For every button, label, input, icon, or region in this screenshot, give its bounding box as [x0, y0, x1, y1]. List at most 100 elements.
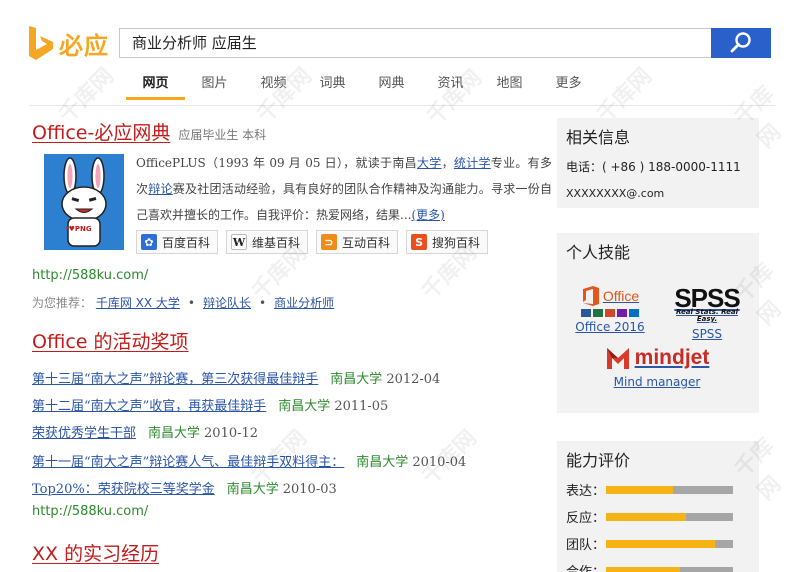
rating-fill: [606, 485, 674, 494]
encyclopedia-label: 维基百科: [252, 235, 301, 250]
wikipedia-button[interactable]: W 维基百科: [226, 230, 309, 254]
search-icon: [730, 32, 751, 53]
bio-text: 赛及社团活动经验，具有良好的团队合作精神及沟通能力。寻求一份自己喜欢并擅长的工作…: [136, 182, 552, 222]
tab-bar: 网页 图片 视频 词典 网典 资讯 地图 更多: [126, 74, 598, 100]
office-apps-icon: [575, 309, 645, 317]
award-item: Top20%：荣获院校三等奖学金 南昌大学 2010-03: [32, 478, 337, 497]
tab-dictionary[interactable]: 词典: [303, 74, 362, 100]
search-button[interactable]: [711, 28, 771, 58]
profile-image: I♥PNG: [44, 154, 124, 250]
tab-videos[interactable]: 视频: [244, 74, 303, 100]
awards-section-title[interactable]: Office 的活动奖项: [32, 327, 189, 354]
brand-name: 必应: [59, 31, 109, 60]
encyclopedia-links: ✿ 百度百科 W 维基百科 ⊃ 互动百科 S 搜狗百科: [136, 230, 496, 254]
tab-maps[interactable]: 地图: [480, 74, 539, 100]
search-input[interactable]: 商业分析师 应届生: [119, 28, 712, 58]
bing-b-icon: [29, 26, 53, 60]
rating-fill: [606, 566, 680, 572]
encyclopedia-label: 百度百科: [162, 235, 211, 250]
rating-fill: [606, 512, 686, 521]
award-school: 南昌大学: [226, 482, 279, 497]
tab-images[interactable]: 图片: [185, 74, 244, 100]
recommend-label: 为您推荐：: [32, 296, 93, 310]
award-link[interactable]: 第十一届“南大之声”辩论赛人气、最佳辩手双料得主：: [32, 455, 344, 470]
rabbit-mascot-icon: [61, 157, 107, 247]
recommend-link[interactable]: 商业分析师: [274, 296, 334, 310]
spss-tagline: Real Stats. Real Easy.: [676, 308, 738, 323]
mindjet-logo-icon: mindjet: [597, 345, 717, 371]
award-date: 2012-04: [386, 372, 441, 387]
rating-label: 反应：: [566, 511, 606, 526]
recommend-link[interactable]: 千库网 XX 大学: [96, 296, 180, 310]
internship-section-title[interactable]: XX 的实习经历: [32, 539, 159, 566]
tab-wiki[interactable]: 网典: [362, 74, 421, 100]
award-school: 南昌大学: [330, 372, 383, 387]
awards-url[interactable]: http://588ku.com/: [32, 504, 148, 519]
sidebar-info-panel: 相关信息 电话：( +86 ) 188-0000-1111 XXXXXXXX@.…: [557, 118, 759, 208]
recommend-link[interactable]: 辩论队长: [203, 296, 251, 310]
award-school: 南昌大学: [356, 455, 409, 470]
sogou-baike-button[interactable]: S 搜狗百科: [406, 230, 489, 254]
skill-mindmanager[interactable]: mindjet Mind manager: [597, 345, 717, 389]
ratings-bars: 表达： 反应： 团队： 合作：: [557, 476, 759, 572]
award-item: 第十三届“南大之声”辩论赛，第三次获得最佳辩手 南昌大学 2012-04: [32, 368, 440, 387]
baidu-baike-button[interactable]: ✿ 百度百科: [136, 230, 219, 254]
result-bio: OfficePLUS（1993 年 09 月 05 日），就读于南昌大学，统计学…: [136, 150, 552, 228]
award-date: 2010-12: [204, 426, 259, 441]
baidu-paw-icon: ✿: [141, 234, 157, 250]
award-link[interactable]: 第十三届“南大之声”辩论赛，第三次获得最佳辩手: [32, 372, 318, 387]
email-text: XXXXXXXX@.com: [566, 187, 665, 200]
rating-label: 表达：: [566, 484, 606, 499]
bio-link-debate[interactable]: 辩论: [148, 182, 172, 196]
award-link[interactable]: Top20%：荣获院校三等奖学金: [32, 482, 215, 497]
info-title: 相关信息: [566, 128, 631, 147]
office-logo-icon: Office: [575, 285, 645, 307]
separator-dot: •: [187, 296, 195, 310]
mindjet-wordmark: mindjet: [634, 346, 710, 369]
spss-logo-icon: SPSS Real Stats. Real Easy.: [665, 285, 749, 323]
award-date: 2011-05: [334, 399, 389, 414]
encyclopedia-label: 搜狗百科: [432, 235, 481, 250]
skill-label: SPSS: [691, 327, 723, 341]
rating-bar: [606, 566, 733, 572]
skill-spss[interactable]: SPSS Real Stats. Real Easy. SPSS: [665, 285, 749, 341]
rating-fill: [606, 539, 716, 548]
profile-image-caption: I♥PNG: [66, 225, 92, 233]
award-link[interactable]: 第十二届“南大之声”收官，再获最佳辩手: [32, 399, 266, 414]
ratings-title: 能力评价: [566, 451, 631, 470]
tab-news[interactable]: 资讯: [421, 74, 480, 100]
sogou-s-icon: S: [411, 234, 428, 250]
hudong-baike-button[interactable]: ⊃ 互动百科: [316, 230, 399, 254]
award-date: 2010-03: [282, 482, 337, 497]
sidebar-ratings-panel: 能力评价 表达： 反应： 团队： 合作：: [557, 441, 759, 572]
skill-label: Mind manager: [613, 375, 701, 389]
bio-link-statistics[interactable]: 统计学: [454, 156, 491, 170]
skill-office[interactable]: Office Office 2016: [575, 285, 645, 334]
award-item: 第十二届“南大之声”收官，再获最佳辩手 南昌大学 2011-05: [32, 395, 388, 414]
result-url[interactable]: http://588ku.com/: [32, 268, 148, 283]
award-school: 南昌大学: [278, 399, 331, 414]
skills-title: 个人技能: [566, 243, 631, 262]
tab-more[interactable]: 更多: [539, 74, 598, 100]
rating-row: 合作：: [566, 557, 759, 572]
hudong-icon: ⊃: [321, 234, 338, 250]
bing-logo[interactable]: 必应: [27, 25, 109, 61]
mindjet-m-icon: [606, 348, 629, 369]
rating-label: 合作：: [566, 561, 606, 572]
bio-more-link[interactable]: (更多): [411, 208, 444, 222]
result-subtitle: 应届毕业生 本科: [178, 128, 267, 142]
rating-bar: [606, 485, 733, 494]
award-link[interactable]: 荣获优秀学生干部: [32, 426, 136, 441]
skill-label: Office 2016: [575, 320, 645, 334]
main-results: Office-必应网典 应届毕业生 本科 I♥PNG OfficePLUS（19…: [32, 118, 552, 565]
rating-bar: [606, 539, 733, 548]
tab-web[interactable]: 网页: [126, 74, 185, 100]
office-square-icon: [582, 286, 599, 306]
result-title-link[interactable]: Office-必应网典: [32, 118, 170, 145]
sidebar-skills-panel: 个人技能 Office Office 2016 SPSS Real Stats.…: [557, 233, 759, 413]
bio-link-university[interactable]: 大学: [417, 156, 442, 170]
rating-row: 团队：: [566, 530, 759, 557]
header-divider: [30, 105, 775, 106]
award-item: 第十一届“南大之声”辩论赛人气、最佳辩手双料得主： 南昌大学 2010-04: [32, 451, 466, 470]
rating-row: 反应：: [566, 503, 759, 530]
